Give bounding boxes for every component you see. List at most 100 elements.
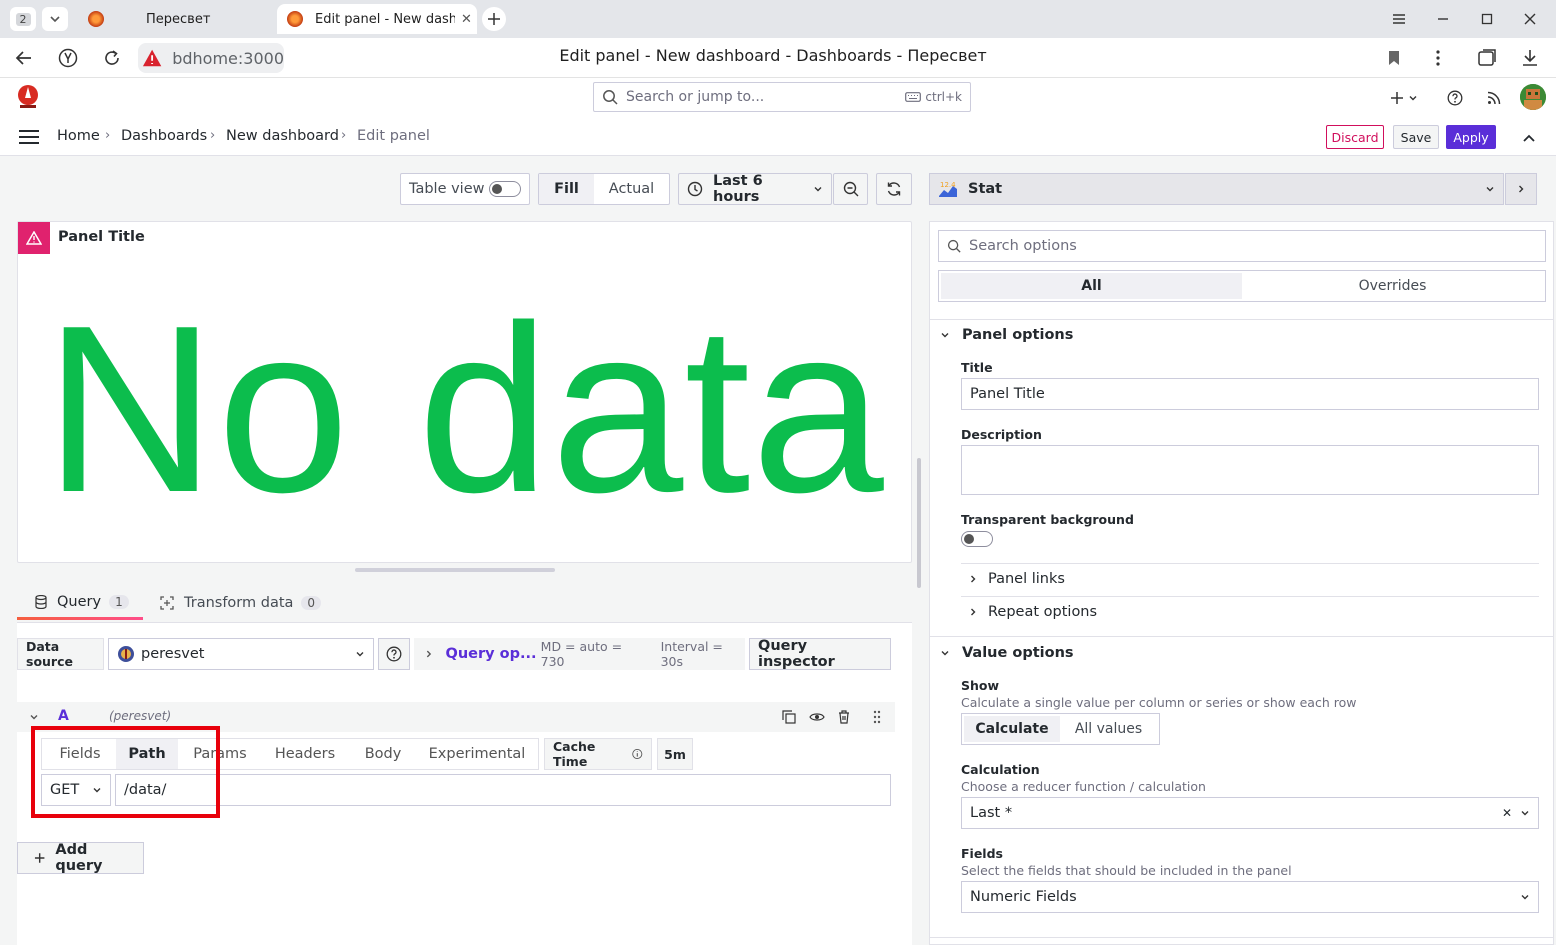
data-source-name: peresvet [141,646,205,662]
panel-resize-handle[interactable] [355,568,555,572]
subtab-experimental[interactable]: Experimental [418,739,536,769]
help-icon[interactable] [1443,86,1467,110]
fields-select[interactable]: Numeric Fields [961,881,1539,913]
tab-query[interactable]: Query 1 [17,586,143,620]
tabs-dropdown-button[interactable] [42,7,68,31]
url-field[interactable]: bdhome:3000 [138,43,284,73]
close-window-icon[interactable] [1519,8,1541,30]
drag-handle-icon[interactable] [873,710,881,724]
divider [961,563,1539,564]
table-view-switch[interactable] [489,181,521,197]
query-options-bar[interactable]: Query op... MD = auto = 730 Interval = 3… [414,638,745,670]
data-source-picker[interactable]: peresvet [108,638,374,670]
chevron-down-icon[interactable] [29,712,39,722]
browser-tab-peresvet[interactable]: Пересвет [78,4,274,34]
collapse-header-icon[interactable] [1518,128,1540,148]
divider [930,636,1553,637]
fill-option[interactable]: Fill [539,174,594,204]
discard-button[interactable]: Discard [1326,125,1384,149]
clear-icon[interactable]: ✕ [1502,806,1512,820]
trash-icon[interactable] [838,710,850,724]
menu-icon[interactable] [18,128,40,146]
maximize-icon[interactable] [1476,8,1498,30]
tab-all[interactable]: All [941,273,1242,299]
calculation-label: Calculation [961,762,1040,777]
tab-query-label: Query [57,593,102,610]
duplicate-query-icon[interactable] [782,710,796,724]
eye-icon[interactable] [809,711,825,723]
fields-description: Select the fields that should be include… [961,863,1292,878]
show-label: Show [961,678,1000,693]
tab-count-button[interactable]: 2 [10,7,36,31]
back-icon[interactable] [12,46,36,70]
save-button[interactable]: Save [1393,125,1439,149]
user-avatar[interactable] [1520,84,1546,110]
panel-title[interactable]: Panel Title [58,229,145,245]
bookmark-icon[interactable] [1382,46,1406,70]
search-bar[interactable]: Search or jump to... ctrl+k [593,82,971,112]
table-view-toggle[interactable]: Table view [400,173,530,205]
panel-options-header[interactable]: Panel options [940,327,1073,343]
minimize-icon[interactable] [1432,8,1454,30]
collapse-options-button[interactable] [1505,173,1537,205]
data-source-label: Data source [17,638,104,670]
page-title: Edit panel - New dashboard - Dashboards … [559,46,987,65]
peresvet-datasource-icon [118,646,134,662]
data-source-help-button[interactable] [378,638,410,670]
new-menu-button[interactable] [1386,86,1422,110]
keyboard-icon [905,92,922,102]
time-range-picker[interactable]: Last 6 hours [678,173,832,205]
transparent-background-label: Transparent background [961,512,1134,527]
browser-tab-edit-panel[interactable]: Edit panel - New dashboard ✕ [277,4,477,34]
close-tab-icon[interactable]: ✕ [461,12,472,27]
subtab-headers[interactable]: Headers [262,739,348,769]
yandex-icon[interactable] [56,46,80,70]
news-rss-icon[interactable] [1482,86,1506,110]
panel-links-header[interactable]: Panel links [968,571,1065,587]
cache-time-value[interactable]: 5m [657,738,693,770]
tab-transform[interactable]: Transform data 0 [160,586,330,620]
breadcrumb-edit-panel: Edit panel [357,128,430,144]
show-all-values-option[interactable]: All values [1060,716,1157,742]
query-ref-id[interactable]: A [58,708,69,724]
breadcrumb-new-dashboard[interactable]: New dashboard [226,128,339,144]
query-inspector-button[interactable]: Query inspector [749,638,891,670]
peresvet-logo[interactable] [16,84,40,110]
transparent-background-switch[interactable] [961,531,993,547]
zoom-out-button[interactable] [833,173,868,205]
chevron-down-icon [1409,96,1417,101]
browser-menu-icon[interactable] [1388,8,1410,30]
search-options-input[interactable]: Search options [938,230,1546,262]
sync-icon [887,182,901,196]
visualization-picker[interactable]: 12.4 Stat [929,173,1504,205]
refresh-button[interactable] [876,173,912,205]
tab-query-count: 1 [109,594,129,609]
add-query-button[interactable]: Add query [17,842,144,874]
apply-button[interactable]: Apply [1446,125,1496,149]
collections-icon[interactable] [1475,46,1499,70]
download-icon[interactable] [1518,46,1542,70]
calculation-select[interactable]: Last * ✕ [961,797,1539,829]
new-tab-button[interactable] [482,7,506,31]
path-input[interactable]: /data/ [115,774,891,806]
subtab-body[interactable]: Body [354,739,412,769]
reload-icon[interactable] [100,46,124,70]
show-radio-group: Calculate All values [961,713,1160,745]
more-vertical-icon[interactable] [1426,46,1450,70]
show-description: Calculate a single value per column or s… [961,695,1357,710]
value-options-header[interactable]: Value options [940,645,1074,661]
breadcrumb-dashboards[interactable]: Dashboards [121,128,207,144]
description-textarea[interactable] [961,445,1539,495]
panel-error-indicator[interactable] [18,222,50,254]
transform-icon [160,596,174,610]
search-shortcut: ctrl+k [905,90,962,104]
show-calculate-option[interactable]: Calculate [964,716,1060,742]
actual-option[interactable]: Actual [594,174,669,204]
splitter-scrollbar[interactable] [917,458,921,588]
breadcrumb-separator: › [105,128,111,143]
breadcrumb-home[interactable]: Home [57,128,100,144]
panel-title-input[interactable]: Panel Title [961,378,1539,410]
options-tabs: All Overrides [938,270,1546,302]
tab-overrides[interactable]: Overrides [1242,273,1543,299]
repeat-options-header[interactable]: Repeat options [968,604,1097,620]
